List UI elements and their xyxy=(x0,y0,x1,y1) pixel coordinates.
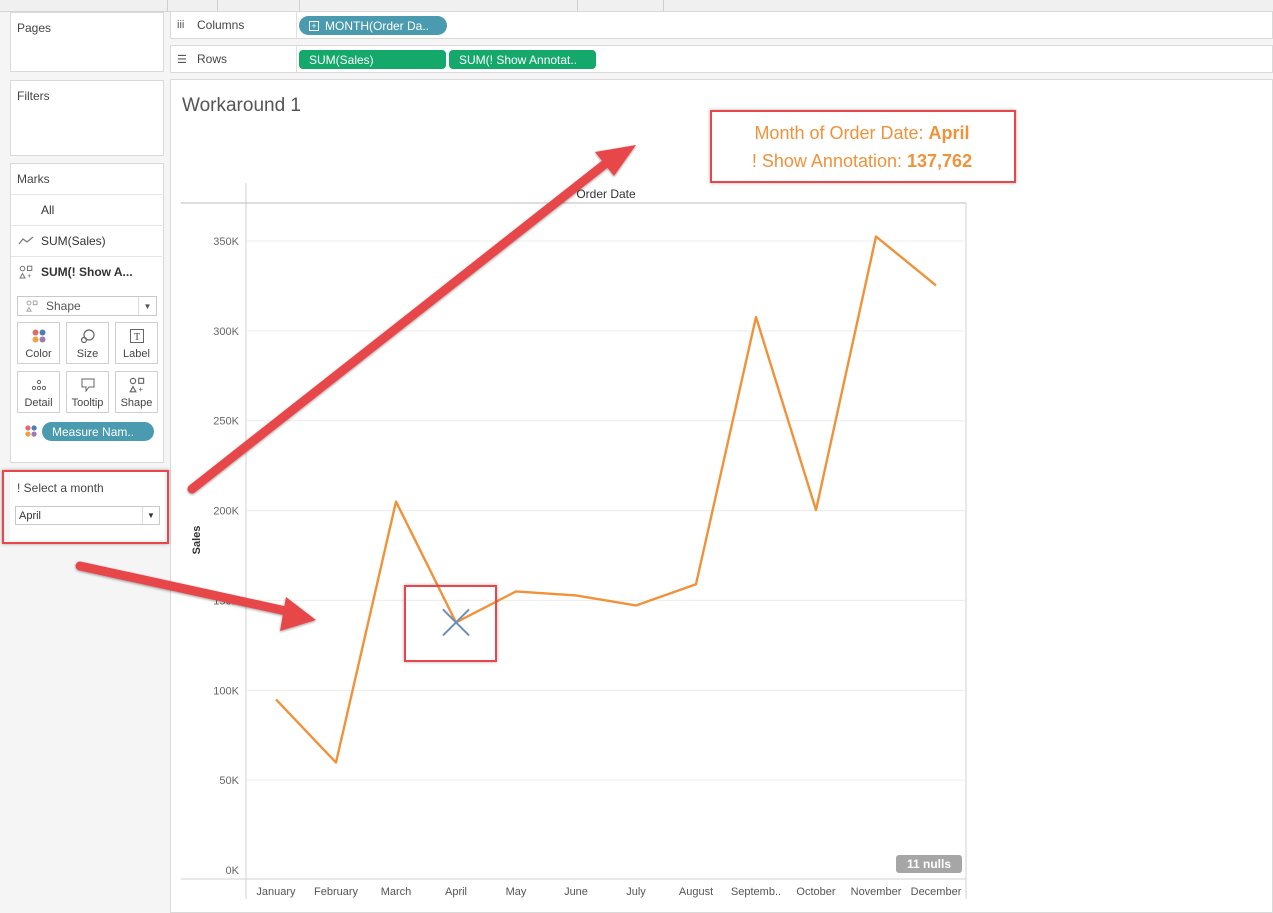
marker-highlight-box xyxy=(404,585,497,662)
marks-item-label: SUM(! Show A... xyxy=(41,265,133,279)
color-dots-icon xyxy=(18,328,59,347)
color-dots-icon xyxy=(24,424,38,443)
filters-title: Filters xyxy=(17,89,50,103)
marks-card: Marks All SUM(Sales) + SUM(! Show A... S… xyxy=(10,163,164,463)
columns-label: Columns xyxy=(197,18,245,32)
expand-icon[interactable]: + xyxy=(309,20,319,31)
filters-card[interactable]: Filters xyxy=(10,80,164,156)
svg-text:+: + xyxy=(28,274,32,279)
shapes-icon xyxy=(18,300,46,312)
line-icon xyxy=(11,236,41,246)
marks-item-label: SUM(Sales) xyxy=(41,234,106,248)
label-button[interactable]: T Label xyxy=(115,322,158,364)
worksheet-view: Workaround 1 xyxy=(170,79,1273,913)
rows-pill-annotation[interactable]: SUM(! Show Annotat.. xyxy=(449,50,596,69)
marks-item-all[interactable]: All xyxy=(11,194,162,225)
detail-dots-icon xyxy=(18,377,59,396)
annotation-highlight-box xyxy=(710,110,1016,183)
pages-card[interactable]: Pages xyxy=(10,12,164,72)
marks-item-sales[interactable]: SUM(Sales) xyxy=(11,225,162,256)
detail-button[interactable]: Detail xyxy=(17,371,60,413)
chevron-down-icon[interactable]: ▼ xyxy=(138,297,156,315)
label-icon: T xyxy=(116,328,157,347)
shape-button[interactable]: + Shape xyxy=(115,371,158,413)
measure-names-pill[interactable]: Measure Nam.. xyxy=(42,422,154,441)
shapes-icon: + xyxy=(116,377,157,396)
columns-pill-month[interactable]: + MONTH(Order Da.. xyxy=(299,16,447,35)
parameter-highlight-box xyxy=(2,470,169,544)
svg-text:+: + xyxy=(138,385,143,393)
size-button[interactable]: Size xyxy=(66,322,109,364)
tooltip-button[interactable]: Tooltip xyxy=(66,371,109,413)
sheet-title: Workaround 1 xyxy=(182,95,301,116)
tooltip-icon xyxy=(67,377,108,396)
marks-item-label: All xyxy=(41,203,55,217)
rows-pill-sales[interactable]: SUM(Sales) xyxy=(299,50,446,69)
nulls-badge[interactable]: 11 nulls xyxy=(896,855,962,873)
mark-type-value: Shape xyxy=(46,299,81,313)
rows-label-cell: ☰ Rows xyxy=(171,46,297,72)
rows-shelf[interactable]: ☰ Rows SUM(Sales) SUM(! Show Annotat.. xyxy=(170,45,1273,73)
rows-icon: ☰ xyxy=(177,53,187,66)
pages-title: Pages xyxy=(17,21,52,35)
tableau-workspace: Pages Filters Marks All SUM(Sales) + SUM… xyxy=(0,0,1273,913)
svg-text:T: T xyxy=(134,332,140,343)
color-button[interactable]: Color xyxy=(17,322,60,364)
mark-type-dropdown[interactable]: Shape ▼ xyxy=(17,296,157,316)
rows-label: Rows xyxy=(197,52,228,66)
shapes-icon: + xyxy=(11,265,41,279)
columns-label-cell: iii Columns xyxy=(171,12,297,38)
columns-shelf[interactable]: iii Columns + MONTH(Order Da.. xyxy=(170,11,1273,39)
size-icon xyxy=(67,328,108,347)
columns-icon: iii xyxy=(177,19,185,31)
marks-title: Marks xyxy=(17,172,50,186)
marks-item-show-annotation[interactable]: + SUM(! Show A... xyxy=(11,256,162,287)
